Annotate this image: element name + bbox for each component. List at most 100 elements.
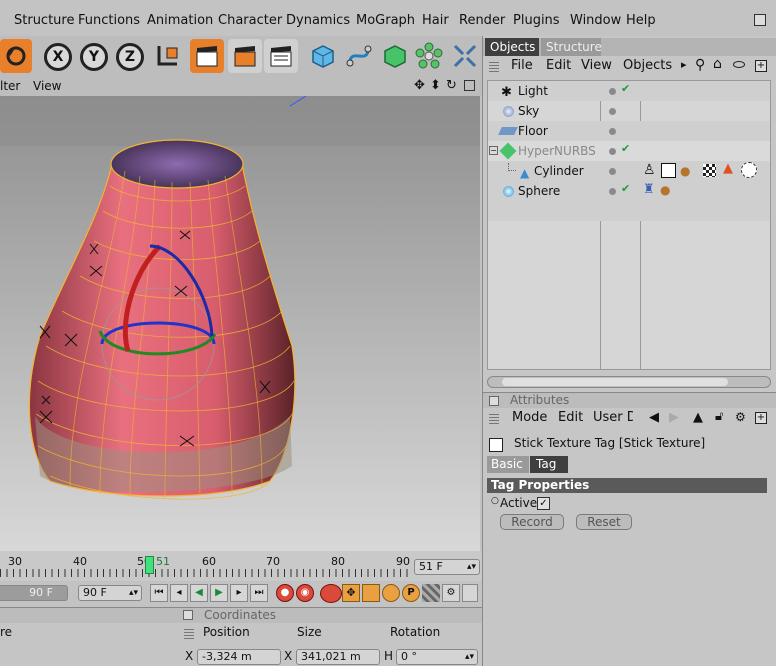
enabled-check-icon[interactable]: ✔ <box>621 82 630 95</box>
ik-tag-icon[interactable]: ● <box>680 164 690 178</box>
menu-character[interactable]: Character <box>218 13 282 28</box>
lock-icon[interactable]: 🔓︎ <box>715 409 723 424</box>
new-window-icon[interactable]: + <box>755 412 767 424</box>
record-icon[interactable]: ● <box>276 584 294 602</box>
editor-visibility-dot[interactable] <box>609 148 616 155</box>
menu-plugins[interactable]: Plugins <box>513 13 560 28</box>
home-icon[interactable]: ⌂ <box>713 56 722 72</box>
compositing-tag-icon[interactable] <box>741 162 757 178</box>
forward-arrow-icon[interactable]: ▶ <box>669 410 679 425</box>
previous-frame-icon[interactable]: ◂ <box>170 584 188 602</box>
menu-help[interactable]: Help <box>626 13 656 28</box>
array-icon[interactable] <box>412 39 446 73</box>
enabled-check-icon[interactable]: ✔ <box>621 182 630 195</box>
settings-icon[interactable]: ⚙ <box>735 410 746 424</box>
undo-icon[interactable] <box>0 39 32 73</box>
menu-render[interactable]: Render <box>459 13 505 28</box>
end-frame-field[interactable]: 90 F ▴▾ <box>78 585 142 601</box>
menu-mograph[interactable]: MoGraph <box>356 13 415 28</box>
view-icon[interactable] <box>733 61 745 68</box>
tab-tag[interactable]: Tag <box>530 456 568 473</box>
attr-menu-mode[interactable]: Mode <box>512 410 547 425</box>
object-row-light[interactable]: ✱ Light <box>487 81 601 101</box>
3d-viewport[interactable] <box>0 96 480 551</box>
viewport-zoom-icon[interactable]: ⬍ <box>430 78 441 93</box>
menu-structure[interactable]: Structure <box>14 13 74 28</box>
current-frame-field[interactable]: 51 F ▴▾ <box>414 559 480 575</box>
om-menu-view[interactable]: View <box>581 58 612 73</box>
stick-texture-tag-icon[interactable] <box>661 163 676 178</box>
deformer-icon[interactable] <box>448 39 482 73</box>
up-arrow-icon[interactable]: ▲ <box>693 410 703 425</box>
tab-basic[interactable]: Basic <box>487 456 529 473</box>
menu-more-icon[interactable]: ▸ <box>681 58 687 71</box>
x-axis-button[interactable]: X <box>44 43 72 71</box>
record-button[interactable]: Record <box>500 514 564 530</box>
new-window-icon[interactable]: + <box>755 60 767 72</box>
z-axis-button[interactable]: Z <box>116 43 144 71</box>
object-row-floor[interactable]: Floor <box>487 121 601 141</box>
parameter-key-icon[interactable]: P <box>402 584 420 602</box>
timeline-playhead[interactable] <box>145 556 154 574</box>
play-backwards-icon[interactable]: ◀ <box>190 584 208 602</box>
heading-rotation-field[interactable]: 0 ° ▴▾ <box>396 649 478 665</box>
rotation-key-icon[interactable] <box>382 584 400 602</box>
position-key-icon[interactable]: ✥ <box>342 584 360 602</box>
object-row-sphere[interactable]: Sphere <box>487 181 601 201</box>
object-row-sky[interactable]: Sky <box>487 101 601 121</box>
drag-handle-icon[interactable] <box>489 60 499 72</box>
x-size-field[interactable]: 341,021 m <box>296 649 380 665</box>
attr-menu-edit[interactable]: Edit <box>558 410 583 425</box>
panel-grip-icon[interactable] <box>183 610 193 620</box>
spline-icon[interactable] <box>342 39 376 73</box>
collapse-icon[interactable]: − <box>489 146 498 155</box>
viewport-rotate-icon[interactable]: ↻ <box>446 78 457 93</box>
tab-structure[interactable]: Structure <box>541 38 602 56</box>
menu-hair[interactable]: Hair <box>422 13 449 28</box>
viewport-menu-view[interactable]: View <box>33 79 61 93</box>
document-icon[interactable] <box>462 584 478 602</box>
display-tag-icon[interactable]: ♜ <box>643 182 655 197</box>
back-arrow-icon[interactable]: ◀ <box>649 410 659 425</box>
menu-window[interactable]: Window <box>570 13 621 28</box>
object-row-hypernurbs[interactable]: − HyperNURBS <box>487 141 601 161</box>
object-row-cylinder[interactable]: ▲ Cylinder <box>487 161 601 181</box>
point-level-key-icon[interactable] <box>422 584 440 602</box>
editor-visibility-dot[interactable] <box>609 128 616 135</box>
character-tag-icon[interactable]: ♙ <box>643 162 656 178</box>
y-axis-button[interactable]: Y <box>80 43 108 71</box>
search-icon[interactable]: ⚲ <box>695 57 705 73</box>
active-checkbox[interactable]: ✓ <box>537 497 550 510</box>
enabled-check-icon[interactable]: ✔ <box>621 142 630 155</box>
editor-visibility-dot[interactable] <box>609 168 616 175</box>
timeline[interactable]: 30 40 50 60 70 80 90 51 51 F ▴▾ <box>0 551 482 581</box>
material-tag-icon[interactable]: ● <box>660 183 670 197</box>
reset-button[interactable]: Reset <box>576 514 632 530</box>
window-restore-icon[interactable] <box>754 14 766 26</box>
animatable-dot-icon[interactable]: ○ <box>491 496 499 506</box>
object-list-scrollbar[interactable] <box>487 376 771 388</box>
go-to-end-icon[interactable]: ⏭ <box>250 584 268 602</box>
om-menu-objects[interactable]: Objects <box>623 58 672 73</box>
scheme-icon[interactable]: ⚙ <box>442 584 460 602</box>
menu-dynamics[interactable]: Dynamics <box>286 13 350 28</box>
texture-tag-icon[interactable] <box>703 164 716 177</box>
coordinate-system-icon[interactable] <box>150 39 184 73</box>
go-to-start-icon[interactable]: ⏮ <box>150 584 168 602</box>
cube-icon[interactable] <box>306 39 340 73</box>
scale-key-icon[interactable] <box>362 584 380 602</box>
om-menu-edit[interactable]: Edit <box>546 58 571 73</box>
scrollbar-thumb[interactable] <box>502 378 728 386</box>
nurbs-icon[interactable] <box>378 39 412 73</box>
render-settings-icon[interactable] <box>264 39 298 73</box>
editor-visibility-dot[interactable] <box>609 88 616 95</box>
tab-objects[interactable]: Objects <box>485 38 539 56</box>
menu-functions[interactable]: Functions <box>78 13 140 28</box>
x-position-field[interactable]: -3,324 m <box>197 649 281 665</box>
next-frame-icon[interactable]: ▸ <box>230 584 248 602</box>
editor-visibility-dot[interactable] <box>609 188 616 195</box>
auto-key-icon[interactable]: ◉ <box>296 584 314 602</box>
play-forwards-icon[interactable]: ▶ <box>210 584 228 602</box>
drag-handle-icon[interactable] <box>489 412 499 424</box>
preview-end-field[interactable]: 90 F <box>0 585 68 601</box>
